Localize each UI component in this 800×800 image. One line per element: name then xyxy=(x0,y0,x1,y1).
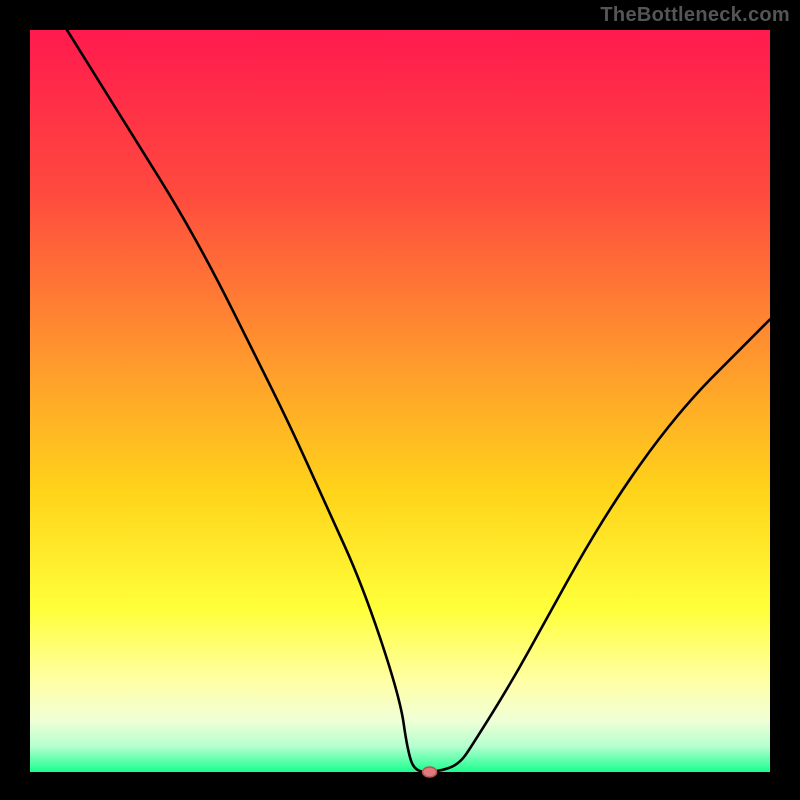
plot-background xyxy=(30,30,770,772)
watermark-text: TheBottleneck.com xyxy=(600,4,790,27)
chart-container: TheBottleneck.com xyxy=(0,0,800,800)
bottleneck-chart xyxy=(0,0,800,800)
optimal-marker xyxy=(423,767,437,777)
